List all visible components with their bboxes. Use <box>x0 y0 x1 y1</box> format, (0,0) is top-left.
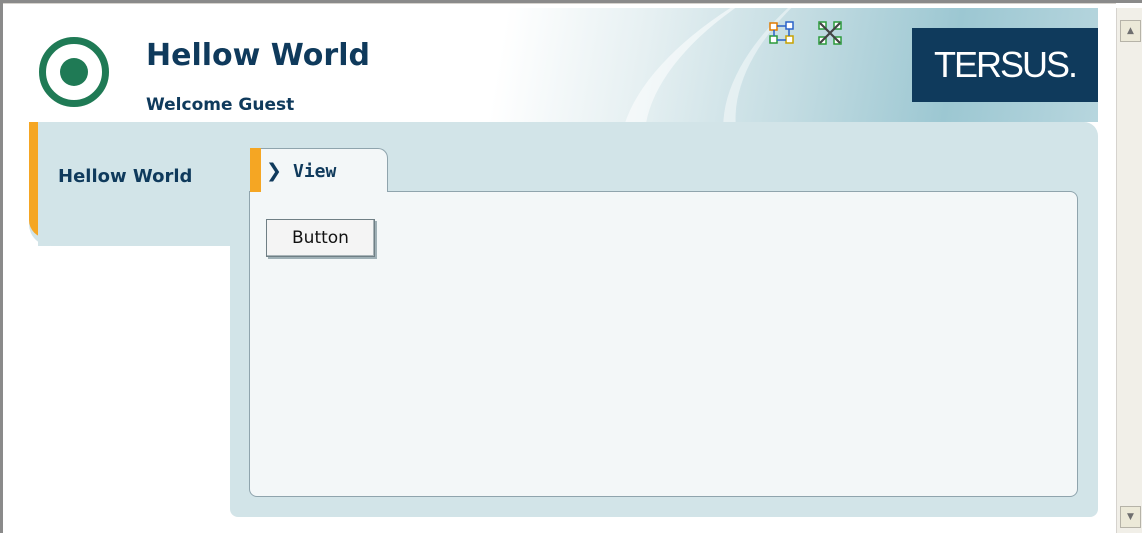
scroll-up-arrow-icon[interactable]: ▲ <box>1120 20 1141 42</box>
app-title: Hellow World <box>146 38 370 73</box>
tab-active-indicator <box>250 148 261 192</box>
frame-divider <box>3 3 1116 4</box>
chevron-right-icon: ❯ <box>266 160 282 182</box>
app-header: Hellow World Welcome Guest TERSUS. <box>8 8 1098 122</box>
tersus-brand-logo: TERSUS. <box>912 28 1098 102</box>
sidebar-item-hellow-world[interactable]: Hellow World <box>58 166 192 187</box>
scroll-down-arrow-icon[interactable]: ▼ <box>1120 506 1141 528</box>
sidebar-indicator-mask <box>38 122 50 246</box>
tab-view-label: View <box>293 161 337 182</box>
welcome-text: Welcome Guest <box>146 95 295 115</box>
vertical-scrollbar[interactable]: ▲ ▼ <box>1116 8 1142 533</box>
refresh-network-icon[interactable] <box>768 19 796 47</box>
app-logo <box>39 37 109 107</box>
logo-dot <box>60 58 88 86</box>
tab-connector <box>262 190 387 193</box>
action-button[interactable]: Button <box>266 219 375 257</box>
disconnected-network-icon[interactable] <box>816 19 844 47</box>
